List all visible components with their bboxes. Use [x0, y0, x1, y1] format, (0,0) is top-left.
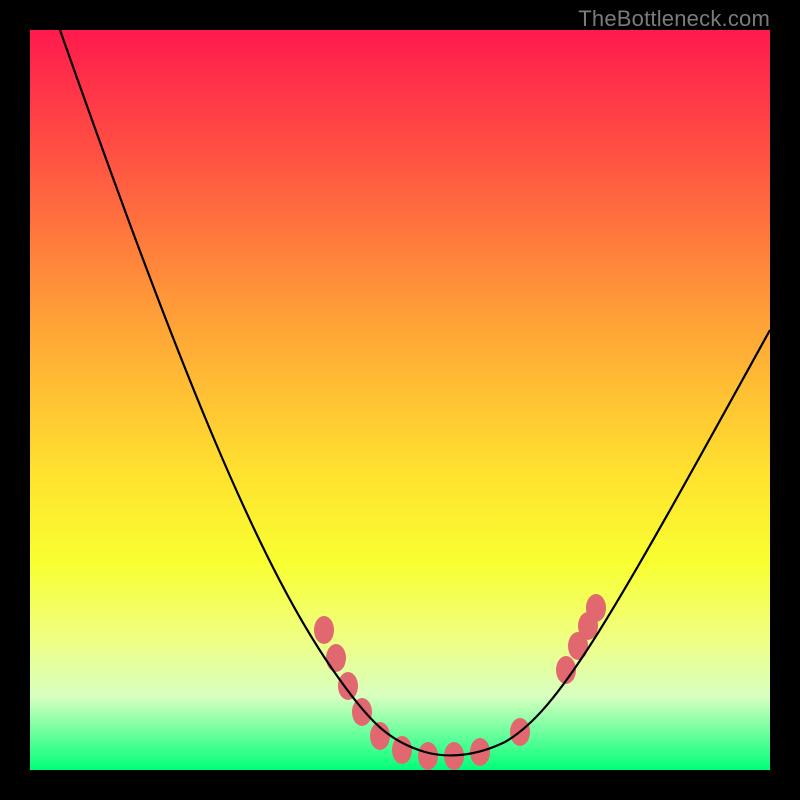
marker-dot — [392, 736, 412, 764]
marker-dot — [338, 672, 358, 700]
marker-dot — [418, 742, 438, 770]
marker-dot — [326, 644, 346, 672]
chart-frame: TheBottleneck.com — [0, 0, 800, 800]
marker-layer — [314, 594, 606, 770]
marker-dot — [586, 594, 606, 622]
marker-dot — [352, 698, 372, 726]
watermark-text: TheBottleneck.com — [578, 6, 770, 32]
marker-dot — [314, 616, 334, 644]
bottleneck-curve — [60, 30, 770, 755]
chart-svg — [30, 30, 770, 770]
